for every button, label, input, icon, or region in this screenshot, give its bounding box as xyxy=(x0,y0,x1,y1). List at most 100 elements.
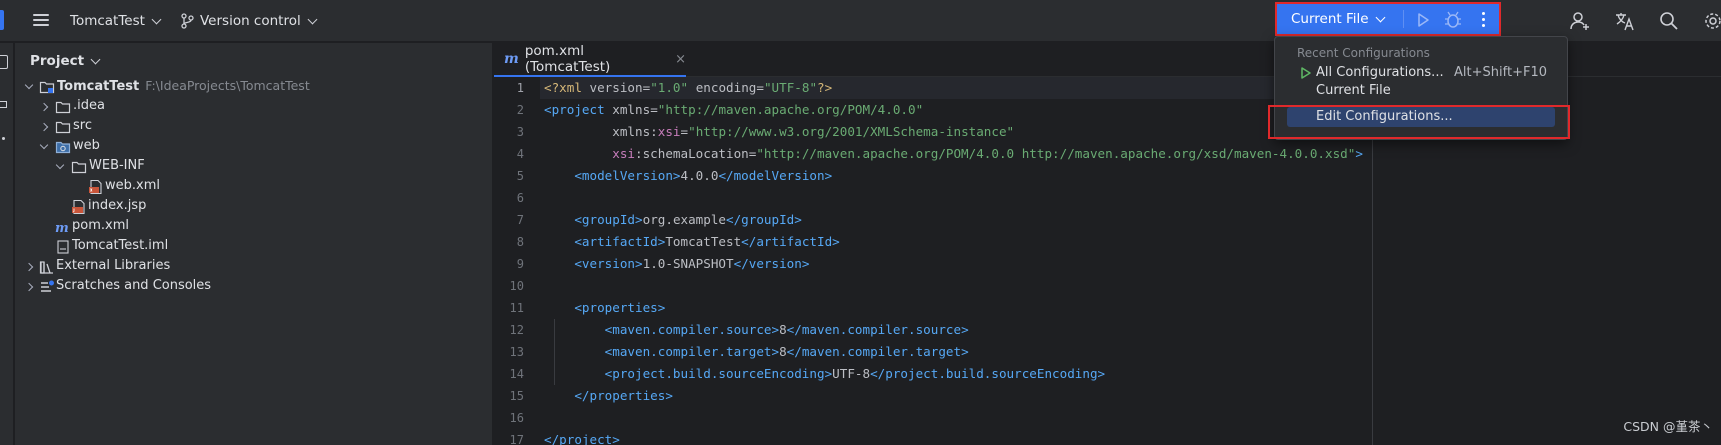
menu-item-current-file[interactable]: Current File xyxy=(1287,81,1555,101)
chevron-down-icon xyxy=(90,54,101,64)
main-menu-icon[interactable] xyxy=(30,11,52,31)
project-tree: TomcatTest F:\IdeaProjects\TomcatTest .id… xyxy=(15,77,493,297)
project-panel-header[interactable]: Project xyxy=(30,51,101,71)
maven-file-icon: m xyxy=(55,221,69,235)
structure-tool-icon[interactable] xyxy=(0,101,7,108)
more-icon[interactable] xyxy=(1475,9,1491,29)
version-control-label: Version control xyxy=(200,13,301,29)
tab-pom-xml[interactable]: m pom.xml (TomcatTest) × xyxy=(494,43,686,77)
code-line[interactable] xyxy=(544,275,1644,297)
tree-item-scratches[interactable]: Scratches and Consoles xyxy=(15,277,493,297)
project-path: F:\IdeaProjects\TomcatTest xyxy=(145,78,310,93)
scratches-icon xyxy=(41,280,54,292)
tree-item-pom-xml[interactable]: m pom.xml xyxy=(15,217,493,237)
code-line[interactable] xyxy=(544,407,1644,429)
version-control-widget[interactable]: Version control xyxy=(180,11,318,31)
chevron-right-icon[interactable] xyxy=(24,262,34,272)
chevron-down-icon[interactable] xyxy=(24,82,34,92)
run-configuration-selector[interactable]: Current File xyxy=(1281,7,1399,31)
settings-icon[interactable] xyxy=(1702,10,1721,32)
line-number: 10 xyxy=(509,279,524,293)
watermark: CSDN @堇茶丶 xyxy=(1623,419,1713,434)
tree-item-label: TomcatTest F:\IdeaProjects\TomcatTest xyxy=(57,78,310,94)
run-icon[interactable] xyxy=(1413,10,1433,30)
line-number: 6 xyxy=(516,191,524,205)
tree-item-web-xml[interactable]: web.xml xyxy=(15,177,493,197)
tree-item-external-libraries[interactable]: External Libraries xyxy=(15,257,493,277)
project-panel-title: Project xyxy=(30,53,85,69)
code-line[interactable]: <project.build.sourceEncoding>UTF-8</pro… xyxy=(544,363,1644,385)
close-icon[interactable]: × xyxy=(675,52,686,67)
folder-icon xyxy=(71,161,87,174)
window-edge-indicator xyxy=(0,10,4,30)
line-number: 12 xyxy=(509,323,524,337)
folder-icon xyxy=(55,101,71,114)
jsp-file-icon xyxy=(72,199,85,215)
line-number: 7 xyxy=(516,213,524,227)
code-line[interactable]: <modelVersion>4.0.0</modelVersion> xyxy=(544,165,1644,187)
code-line[interactable]: <version>1.0-SNAPSHOT</version> xyxy=(544,253,1644,275)
tree-item-index-jsp[interactable]: index.jsp xyxy=(15,197,493,217)
tree-item-label: External Libraries xyxy=(56,258,171,273)
tree-item-web-inf[interactable]: WEB-INF xyxy=(15,157,493,177)
search-icon[interactable] xyxy=(1658,10,1680,32)
tree-item-label: .idea xyxy=(73,98,105,113)
highlight-box xyxy=(1268,105,1570,139)
run-widget: Current File xyxy=(1275,2,1501,36)
tree-item-iml[interactable]: TomcatTest.iml xyxy=(15,237,493,257)
chevron-down-icon[interactable] xyxy=(55,162,65,172)
code-line[interactable]: <properties> xyxy=(544,297,1644,319)
tree-item-label: Scratches and Consoles xyxy=(56,278,212,293)
line-number: 15 xyxy=(509,389,524,403)
run-icon xyxy=(1301,67,1311,79)
code-line[interactable] xyxy=(544,187,1644,209)
folder-icon xyxy=(55,121,71,134)
separator xyxy=(1403,10,1404,28)
xml-file-icon xyxy=(89,179,102,195)
code-line[interactable]: <groupId>org.example</groupId> xyxy=(544,209,1644,231)
chevron-down-icon xyxy=(1375,12,1386,22)
project-name: TomcatTest xyxy=(70,13,145,29)
libraries-icon xyxy=(39,261,53,274)
chevron-down-icon xyxy=(151,14,162,24)
chevron-right-icon[interactable] xyxy=(39,122,49,132)
line-number-gutter: 1 2 3 4 5 6 7 8 9 10 11 12 13 14 15 16 1… xyxy=(494,77,534,445)
tree-item-label: web.xml xyxy=(105,178,160,193)
line-number: 9 xyxy=(516,257,524,271)
line-number: 1 xyxy=(516,81,524,95)
project-switcher[interactable]: TomcatTest xyxy=(70,11,162,31)
code-line[interactable]: <?xml version="1.0" encoding="UTF-8"?> xyxy=(540,77,1370,99)
code-line[interactable]: <maven.compiler.target>8</maven.compiler… xyxy=(544,341,1644,363)
popup-header: Recent Configurations xyxy=(1297,46,1430,60)
debug-icon[interactable] xyxy=(1443,10,1463,30)
code-line[interactable]: xsi:schemaLocation="http://maven.apache.… xyxy=(544,143,1644,165)
chevron-right-icon[interactable] xyxy=(24,282,34,292)
line-number: 8 xyxy=(516,235,524,249)
code-line[interactable]: </properties> xyxy=(544,385,1644,407)
translate-icon[interactable] xyxy=(1614,10,1636,32)
tree-item-web[interactable]: web xyxy=(15,137,493,157)
code-with-me-icon[interactable] xyxy=(1569,10,1591,32)
branch-icon xyxy=(181,13,194,29)
code-line[interactable]: </project> xyxy=(544,429,1644,445)
line-number: 5 xyxy=(516,169,524,183)
chevron-down-icon xyxy=(307,14,318,24)
tree-item-idea[interactable]: .idea xyxy=(15,97,493,117)
code-line[interactable]: <artifactId>TomcatTest</artifactId> xyxy=(544,231,1644,253)
line-number: 3 xyxy=(516,125,524,139)
tree-item-src[interactable]: src xyxy=(15,117,493,137)
tab-label: pom.xml (TomcatTest) xyxy=(524,43,611,75)
run-configuration-label: Current File xyxy=(1291,11,1369,27)
line-number: 11 xyxy=(509,301,524,315)
menu-item-all-configurations[interactable]: All Configurations... Alt+Shift+F10 xyxy=(1287,63,1555,83)
chevron-down-icon[interactable] xyxy=(39,142,49,152)
tree-item-tomcattest[interactable]: TomcatTest F:\IdeaProjects\TomcatTest xyxy=(15,77,493,97)
chevron-right-icon[interactable] xyxy=(39,102,49,112)
web-folder-icon xyxy=(55,141,71,154)
line-number: 4 xyxy=(516,147,524,161)
line-number: 2 xyxy=(516,103,524,117)
project-tool-icon[interactable] xyxy=(0,55,8,69)
menu-item-label: All Configurations... xyxy=(1316,65,1444,80)
code-line[interactable]: <maven.compiler.source>8</maven.compiler… xyxy=(544,319,1644,341)
more-tools-icon[interactable] xyxy=(2,137,5,140)
